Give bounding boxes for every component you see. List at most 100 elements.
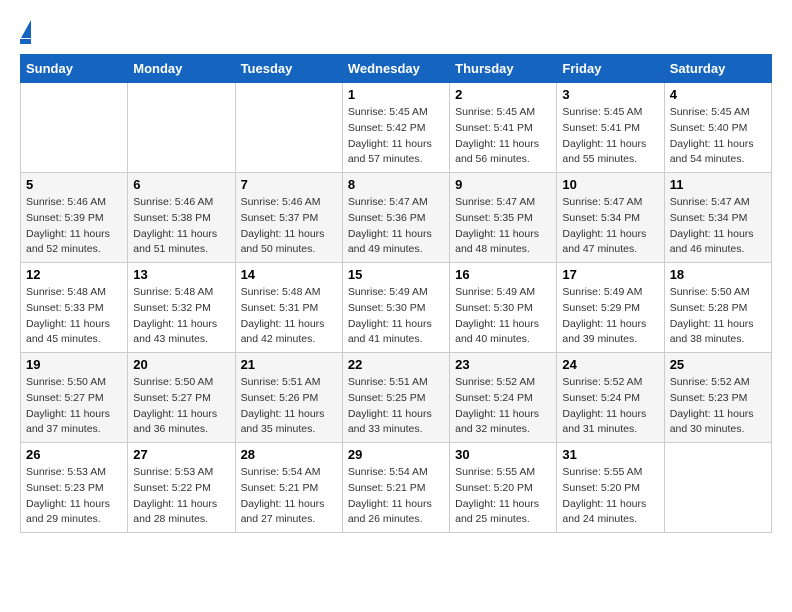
day-info: Sunrise: 5:45 AMSunset: 5:42 PMDaylight:… [348, 105, 444, 168]
day-number: 19 [26, 357, 122, 372]
day-number: 25 [670, 357, 766, 372]
logo-triangle-icon [21, 20, 31, 38]
calendar-cell: 28 Sunrise: 5:54 AMSunset: 5:21 PMDayligh… [235, 443, 342, 533]
weekday-header-wednesday: Wednesday [342, 55, 449, 83]
calendar-week-row: 1 Sunrise: 5:45 AMSunset: 5:42 PMDaylight… [21, 83, 772, 173]
calendar-week-row: 19 Sunrise: 5:50 AMSunset: 5:27 PMDayligh… [21, 353, 772, 443]
day-info: Sunrise: 5:48 AMSunset: 5:31 PMDaylight:… [241, 285, 337, 348]
calendar-cell: 18 Sunrise: 5:50 AMSunset: 5:28 PMDayligh… [664, 263, 771, 353]
calendar-cell: 7 Sunrise: 5:46 AMSunset: 5:37 PMDaylight… [235, 173, 342, 263]
day-number: 17 [562, 267, 658, 282]
day-number: 28 [241, 447, 337, 462]
day-info: Sunrise: 5:46 AMSunset: 5:39 PMDaylight:… [26, 195, 122, 258]
calendar-cell: 4 Sunrise: 5:45 AMSunset: 5:40 PMDaylight… [664, 83, 771, 173]
day-info: Sunrise: 5:48 AMSunset: 5:32 PMDaylight:… [133, 285, 229, 348]
day-number: 12 [26, 267, 122, 282]
weekday-header-tuesday: Tuesday [235, 55, 342, 83]
day-number: 9 [455, 177, 551, 192]
day-number: 5 [26, 177, 122, 192]
day-number: 13 [133, 267, 229, 282]
calendar-cell: 20 Sunrise: 5:50 AMSunset: 5:27 PMDayligh… [128, 353, 235, 443]
calendar-cell: 31 Sunrise: 5:55 AMSunset: 5:20 PMDayligh… [557, 443, 664, 533]
day-number: 26 [26, 447, 122, 462]
calendar-cell [664, 443, 771, 533]
calendar-cell: 11Sunrise: 5:47 AMSunset: 5:34 PMDayligh… [664, 173, 771, 263]
weekday-header-thursday: Thursday [450, 55, 557, 83]
calendar-cell: 3 Sunrise: 5:45 AMSunset: 5:41 PMDaylight… [557, 83, 664, 173]
day-info: Sunrise: 5:51 AMSunset: 5:25 PMDaylight:… [348, 375, 444, 438]
page-header [20, 20, 772, 44]
day-info: Sunrise: 5:49 AMSunset: 5:29 PMDaylight:… [562, 285, 658, 348]
day-number: 7 [241, 177, 337, 192]
day-number: 15 [348, 267, 444, 282]
calendar-cell: 24Sunrise: 5:52 AMSunset: 5:24 PMDayligh… [557, 353, 664, 443]
day-info: Sunrise: 5:55 AMSunset: 5:20 PMDaylight:… [455, 465, 551, 528]
day-info: Sunrise: 5:52 AMSunset: 5:23 PMDaylight:… [670, 375, 766, 438]
calendar-cell: 8 Sunrise: 5:47 AMSunset: 5:36 PMDaylight… [342, 173, 449, 263]
calendar-cell: 16Sunrise: 5:49 AMSunset: 5:30 PMDayligh… [450, 263, 557, 353]
day-info: Sunrise: 5:50 AMSunset: 5:28 PMDaylight:… [670, 285, 766, 348]
day-info: Sunrise: 5:45 AMSunset: 5:40 PMDaylight:… [670, 105, 766, 168]
day-number: 4 [670, 87, 766, 102]
day-number: 21 [241, 357, 337, 372]
day-number: 14 [241, 267, 337, 282]
day-number: 22 [348, 357, 444, 372]
calendar-cell: 14 Sunrise: 5:48 AMSunset: 5:31 PMDayligh… [235, 263, 342, 353]
calendar-cell: 1 Sunrise: 5:45 AMSunset: 5:42 PMDaylight… [342, 83, 449, 173]
calendar-header-row: SundayMondayTuesdayWednesdayThursdayFrid… [21, 55, 772, 83]
weekday-header-sunday: Sunday [21, 55, 128, 83]
weekday-header-saturday: Saturday [664, 55, 771, 83]
day-info: Sunrise: 5:54 AMSunset: 5:21 PMDaylight:… [348, 465, 444, 528]
day-number: 1 [348, 87, 444, 102]
day-info: Sunrise: 5:47 AMSunset: 5:35 PMDaylight:… [455, 195, 551, 258]
calendar-cell: 9 Sunrise: 5:47 AMSunset: 5:35 PMDaylight… [450, 173, 557, 263]
weekday-header-friday: Friday [557, 55, 664, 83]
day-info: Sunrise: 5:53 AMSunset: 5:23 PMDaylight:… [26, 465, 122, 528]
calendar-cell: 29Sunrise: 5:54 AMSunset: 5:21 PMDayligh… [342, 443, 449, 533]
calendar-cell: 27Sunrise: 5:53 AMSunset: 5:22 PMDayligh… [128, 443, 235, 533]
calendar-cell: 13 Sunrise: 5:48 AMSunset: 5:32 PMDayligh… [128, 263, 235, 353]
day-info: Sunrise: 5:49 AMSunset: 5:30 PMDaylight:… [455, 285, 551, 348]
calendar-cell: 19 Sunrise: 5:50 AMSunset: 5:27 PMDayligh… [21, 353, 128, 443]
day-number: 8 [348, 177, 444, 192]
calendar-week-row: 26 Sunrise: 5:53 AMSunset: 5:23 PMDayligh… [21, 443, 772, 533]
day-info: Sunrise: 5:52 AMSunset: 5:24 PMDaylight:… [455, 375, 551, 438]
day-info: Sunrise: 5:52 AMSunset: 5:24 PMDaylight:… [562, 375, 658, 438]
day-info: Sunrise: 5:54 AMSunset: 5:21 PMDaylight:… [241, 465, 337, 528]
calendar-cell: 5 Sunrise: 5:46 AMSunset: 5:39 PMDaylight… [21, 173, 128, 263]
day-number: 31 [562, 447, 658, 462]
calendar-cell [128, 83, 235, 173]
day-info: Sunrise: 5:46 AMSunset: 5:38 PMDaylight:… [133, 195, 229, 258]
calendar-cell: 6 Sunrise: 5:46 AMSunset: 5:38 PMDaylight… [128, 173, 235, 263]
day-info: Sunrise: 5:50 AMSunset: 5:27 PMDaylight:… [26, 375, 122, 438]
day-number: 18 [670, 267, 766, 282]
weekday-header-monday: Monday [128, 55, 235, 83]
calendar-cell [235, 83, 342, 173]
day-number: 6 [133, 177, 229, 192]
calendar-cell: 15 Sunrise: 5:49 AMSunset: 5:30 PMDayligh… [342, 263, 449, 353]
logo-underline [20, 39, 31, 44]
calendar-cell: 25 Sunrise: 5:52 AMSunset: 5:23 PMDayligh… [664, 353, 771, 443]
day-info: Sunrise: 5:49 AMSunset: 5:30 PMDaylight:… [348, 285, 444, 348]
day-number: 10 [562, 177, 658, 192]
day-info: Sunrise: 5:48 AMSunset: 5:33 PMDaylight:… [26, 285, 122, 348]
calendar-cell: 12 Sunrise: 5:48 AMSunset: 5:33 PMDayligh… [21, 263, 128, 353]
day-info: Sunrise: 5:45 AMSunset: 5:41 PMDaylight:… [562, 105, 658, 168]
logo [20, 20, 31, 44]
day-info: Sunrise: 5:46 AMSunset: 5:37 PMDaylight:… [241, 195, 337, 258]
day-number: 11 [670, 177, 766, 192]
calendar-cell: 30Sunrise: 5:55 AMSunset: 5:20 PMDayligh… [450, 443, 557, 533]
day-info: Sunrise: 5:47 AMSunset: 5:36 PMDaylight:… [348, 195, 444, 258]
calendar-cell: 10 Sunrise: 5:47 AMSunset: 5:34 PMDayligh… [557, 173, 664, 263]
day-number: 20 [133, 357, 229, 372]
calendar-cell [21, 83, 128, 173]
day-info: Sunrise: 5:55 AMSunset: 5:20 PMDaylight:… [562, 465, 658, 528]
day-info: Sunrise: 5:50 AMSunset: 5:27 PMDaylight:… [133, 375, 229, 438]
calendar-cell: 2Sunrise: 5:45 AMSunset: 5:41 PMDaylight… [450, 83, 557, 173]
day-info: Sunrise: 5:47 AMSunset: 5:34 PMDaylight:… [562, 195, 658, 258]
day-info: Sunrise: 5:53 AMSunset: 5:22 PMDaylight:… [133, 465, 229, 528]
day-info: Sunrise: 5:45 AMSunset: 5:41 PMDaylight:… [455, 105, 551, 168]
day-number: 3 [562, 87, 658, 102]
calendar-week-row: 12 Sunrise: 5:48 AMSunset: 5:33 PMDayligh… [21, 263, 772, 353]
calendar-cell: 22 Sunrise: 5:51 AMSunset: 5:25 PMDayligh… [342, 353, 449, 443]
